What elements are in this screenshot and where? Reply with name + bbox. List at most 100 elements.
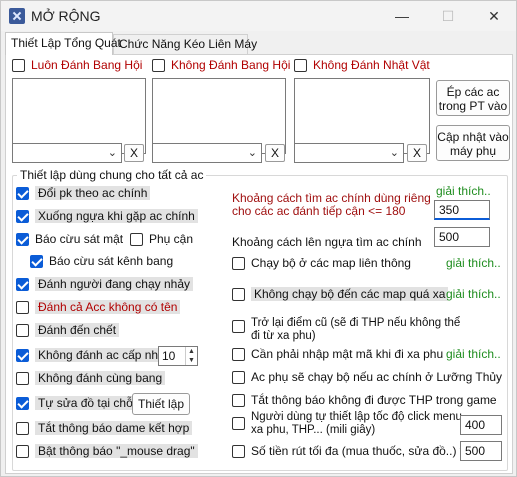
checkbox-label-line2: xa phu, THP... (mili giây): [251, 424, 376, 436]
checkbox-box: [232, 444, 245, 458]
checkbox-label: Trở lại điểm cũ (sẽ đi THP nếu không thể…: [251, 317, 460, 343]
checkbox-label: Luôn Đánh Bang Hội: [31, 58, 143, 72]
no-attack-guild-checkbox[interactable]: Không Đánh Bang Hội: [152, 58, 290, 72]
checkbox-label: Báo cừu sát kênh bang: [49, 254, 174, 268]
checkbox-label: Không đánh cùng bang: [35, 371, 166, 385]
checkbox-box: [232, 287, 245, 301]
checkbox-label: Không chạy bộ đến các map quá xa: [251, 287, 449, 301]
checkbox-box: [16, 371, 29, 385]
auto-repair-checkbox[interactable]: Tự sửa đồ tại chỗ: [16, 396, 136, 410]
no-attack-character-checkbox[interactable]: Không Đánh Nhật Vật: [294, 58, 430, 72]
no-run-far-maps-checkbox[interactable]: Không chạy bộ đến các map quá xa: [232, 287, 449, 301]
no-attack-low-level-checkbox[interactable]: Không đánh ac cấp nhỏ: [16, 348, 168, 362]
checkbox-label: Bật thông báo "_mouse drag": [35, 444, 198, 458]
distance-label-line1: Khoảng cách tìm ac chính dùng riêng: [232, 191, 431, 205]
checkbox-box: [30, 254, 43, 268]
maximize-button[interactable]: ☐: [425, 1, 471, 31]
checkbox-box: [232, 347, 245, 361]
dismount-checkbox[interactable]: Xuống ngựa khi gặp ac chính: [16, 209, 198, 223]
horse-distance-input[interactable]: 500: [434, 227, 490, 247]
checkbox-label: Tắt thông báo dame kết hợp: [35, 421, 193, 435]
tab-multi-machine[interactable]: Chức Năng Kéo Liên Máy: [113, 34, 257, 54]
explain-link[interactable]: giải thích..: [436, 184, 491, 198]
checkbox-box: [16, 444, 29, 458]
max-money-checkbox[interactable]: Số tiền rút tối đa (mua thuốc, sửa đồ..)…: [232, 444, 479, 458]
checkbox-label: Ac phụ sẽ chạy bộ nếu ac chính ở Lưỡng T…: [251, 370, 503, 384]
stepper-arrows-icon[interactable]: ▲ ▼: [185, 347, 197, 365]
checkbox-label: Xuống ngựa khi gặp ac chính: [35, 209, 198, 223]
remove-guild-button[interactable]: X: [124, 144, 144, 162]
always-attack-guild-checkbox[interactable]: Luôn Đánh Bang Hội: [12, 58, 142, 72]
explain-link[interactable]: giải thích..: [446, 347, 501, 361]
tab-general-settings[interactable]: Thiết Lập Tổng Quát: [5, 32, 121, 55]
checkbox-label: Không đánh ac cấp nhỏ: [35, 348, 168, 362]
explain-link[interactable]: giải thích..: [446, 256, 501, 270]
require-password-checkbox[interactable]: Cần phải nhập mật mã khi đi xa phu: [232, 347, 443, 361]
max-money-input[interactable]: 500: [460, 441, 502, 461]
disable-thp-notify-checkbox[interactable]: Tắt thông báo không đi được THP trong ga…: [232, 393, 497, 407]
level-stepper[interactable]: 10 ▲ ▼: [158, 346, 198, 366]
checkbox-box: [16, 348, 29, 362]
disable-combo-dame-checkbox[interactable]: Tắt thông báo dame kết hợp: [16, 421, 193, 435]
click-speed-input[interactable]: 400: [460, 415, 502, 435]
checkbox-box: [232, 370, 245, 384]
chevron-down-icon: ⌄: [389, 147, 399, 159]
run-connected-maps-checkbox[interactable]: Chạy bộ ở các map liên thông: [232, 256, 411, 270]
report-enemy-guild-checkbox[interactable]: Báo cừu sát kênh bang: [30, 254, 173, 268]
checkbox-label: Chạy bộ ở các map liên thông: [251, 256, 411, 270]
chevron-down-icon: ⌄: [107, 147, 117, 159]
attack-nameless-checkbox[interactable]: Đánh cả Acc không có tên: [16, 300, 181, 314]
attack-jumping-checkbox[interactable]: Đánh người đang chạy nhảy: [16, 277, 194, 291]
mouse-drag-notify-checkbox[interactable]: Bật thông báo "_mouse drag": [16, 444, 198, 458]
minimize-button[interactable]: —: [379, 1, 425, 31]
checkbox-box: [130, 232, 143, 246]
checkbox-box: [16, 186, 29, 200]
window-title: MỞ RỘNG: [31, 8, 101, 24]
nearby-checkbox[interactable]: Phụ cận: [130, 232, 193, 246]
checkbox-box: [152, 58, 165, 72]
title-bar: MỞ RỘNG — ☐ ✕: [1, 1, 516, 31]
checkbox-box: [232, 393, 245, 407]
checkbox-box: [232, 417, 245, 430]
checkbox-box: [16, 209, 29, 223]
checkbox-box: [16, 421, 29, 435]
report-enemy-secret-checkbox[interactable]: Báo cừu sát mật: [16, 232, 123, 246]
checkbox-box: [232, 256, 245, 270]
checkbox-label: Không Đánh Nhật Vật: [313, 58, 430, 72]
update-secondary-button[interactable]: Cập nhật vào máy phụ: [436, 125, 510, 161]
no-attack-same-guild-checkbox[interactable]: Không đánh cùng bang: [16, 371, 166, 385]
distance-input[interactable]: 350: [434, 200, 490, 220]
distance-label-line2: cho các ac đánh tiếp cận <= 180: [232, 204, 406, 218]
checkbox-box: [294, 58, 307, 72]
general-settings-panel: Luôn Đánh Bang Hội Không Đánh Bang Hội K…: [5, 54, 513, 474]
no-guild-combo[interactable]: ⌄: [152, 143, 262, 163]
repair-setup-button[interactable]: Thiết lập: [132, 393, 190, 415]
close-button[interactable]: ✕: [471, 1, 517, 31]
secondary-run-checkbox[interactable]: Ac phụ sẽ chạy bộ nếu ac chính ở Lưỡng T…: [232, 370, 502, 384]
checkbox-label: Không Đánh Bang Hội: [171, 58, 291, 72]
return-old-point-checkbox[interactable]: Trở lại điểm cũ (sẽ đi THP nếu không thể…: [232, 317, 460, 343]
checkbox-box: [16, 232, 29, 246]
force-party-button[interactable]: Ép các ac trong PT vào: [436, 80, 510, 116]
explain-link[interactable]: giải thích..: [446, 287, 501, 301]
checkbox-label: Cần phải nhập mật mã khi đi xa phu: [251, 347, 444, 361]
checkbox-box: [16, 323, 29, 337]
level-value: 10: [162, 349, 176, 363]
app-icon: [9, 8, 25, 24]
extension-window: MỞ RỘNG — ☐ ✕ Thiết Lập Tổng Quát Chức N…: [0, 0, 517, 477]
click-speed-checkbox[interactable]: Người dùng tự thiết lập tốc độ click men…: [232, 411, 462, 437]
checkbox-box: [16, 396, 29, 410]
checkbox-label: Tắt thông báo không đi được THP trong ga…: [251, 393, 497, 407]
remove-no-guild-button[interactable]: X: [265, 144, 285, 162]
remove-no-character-button[interactable]: X: [407, 144, 427, 162]
group-title: Thiết lập dùng chung cho tất cả ac: [17, 168, 207, 182]
checkbox-label: Số tiền rút tối đa (mua thuốc, sửa đồ..)…: [251, 444, 480, 458]
checkbox-label: Báo cừu sát mật: [35, 232, 124, 246]
checkbox-box: [16, 300, 29, 314]
guild-combo[interactable]: ⌄: [12, 143, 122, 163]
checkbox-label-line1: Người dùng tự thiết lập tốc độ click men…: [251, 411, 462, 423]
no-character-combo[interactable]: ⌄: [294, 143, 404, 163]
attack-to-death-checkbox[interactable]: Đánh đến chết: [16, 323, 120, 337]
follow-pk-checkbox[interactable]: Đổi pk theo ac chính: [16, 186, 151, 200]
checkbox-label: Phụ cận: [149, 232, 194, 246]
